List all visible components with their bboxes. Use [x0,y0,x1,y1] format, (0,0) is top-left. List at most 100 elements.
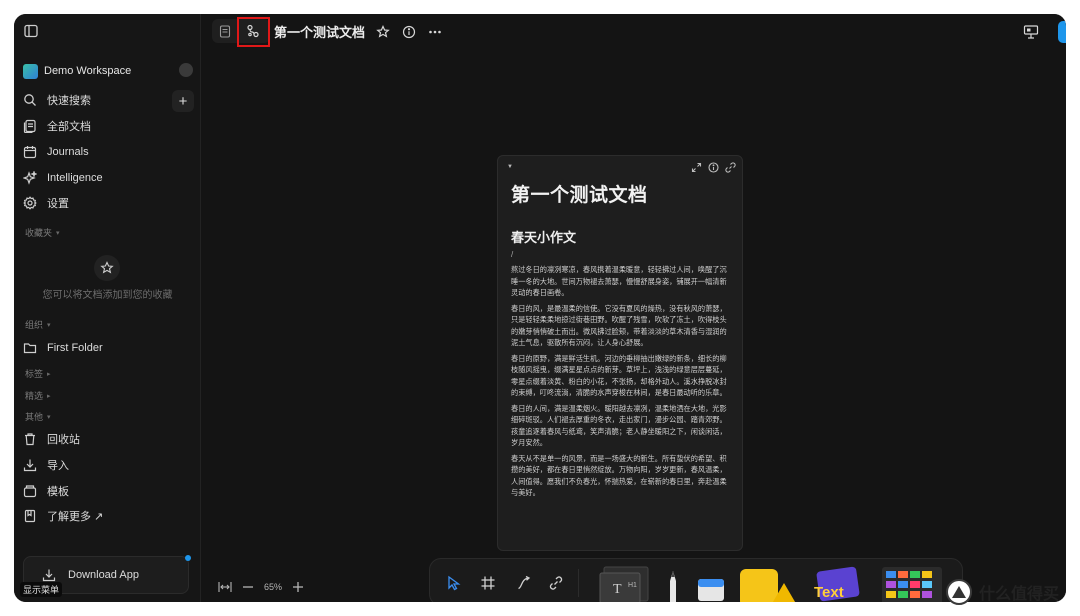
main-area: 第一个测试文档 ▼ 第一个测试文档 春天小作文 / 熬过冬日的凛冽寒凉，春风携着… [201,14,1066,602]
page-mode-icon[interactable] [217,23,233,39]
watermark: 什么值得买 [946,575,1076,609]
pointer-tool-icon[interactable] [446,575,462,591]
caret-right-icon: ▸ [47,370,51,378]
nav-learn-more[interactable]: 了解更多 ↗ [23,506,103,526]
svg-text:Text: Text [814,584,844,601]
download-icon [42,568,56,582]
sidebar: Demo Workspace 快速搜索 + 全部文档 Journals Inte… [14,14,201,602]
fit-width-icon[interactable] [218,581,232,593]
link-icon[interactable] [725,162,736,173]
nav-label: 设置 [47,198,69,210]
favorites-section[interactable]: 收藏夹 ▾ [25,226,60,239]
tags-section[interactable]: 标签 ▸ [25,367,51,380]
caret-right-icon: ▸ [47,392,51,400]
share-button[interactable] [1058,21,1066,43]
workspace-name: Demo Workspace [44,65,132,77]
toolbar-divider [578,569,579,597]
note-tool-icon[interactable]: T H1 [598,565,652,602]
more-tools-icon[interactable] [880,565,944,602]
workspace-logo [23,63,38,79]
nav-import[interactable]: 导入 [23,455,69,475]
paragraph[interactable]: 春日的原野，满是鲜活生机。河边的垂柳抽出嫩绿的新条，细长的柳枝随风摇曳，缀满星星… [511,353,733,399]
organize-section[interactable]: 组织 ▾ [25,318,51,331]
info-icon[interactable] [401,24,417,40]
section-label: 组织 [25,320,44,330]
nav-label: 回收站 [47,434,80,446]
journal-icon [23,145,37,159]
presentation-icon[interactable] [1022,23,1040,41]
watermark-text: 什么值得买 [979,586,1060,603]
sidebar-toggle-icon[interactable] [23,23,39,39]
note-title[interactable]: 第一个测试文档 [511,180,648,207]
paragraph[interactable]: 春日的人间，满是温柔烟火。暖阳越去凛冽，温柔地洒在大地，光影细碎斑驳。人们褪去厚… [511,403,733,449]
top-bar: 第一个测试文档 [201,14,1066,50]
nav-label: Intelligence [47,172,103,184]
paragraph[interactable]: 春日的风，是最温柔的信使。它没有夏风的燥热，没有秋风的萧瑟，只是轻轻柔柔地掠过街… [511,303,733,349]
zoom-controls: 65% [218,580,314,594]
featured-section[interactable]: 精选 ▸ [25,389,51,402]
edgeless-canvas[interactable]: ▼ 第一个测试文档 春天小作文 / 熬过冬日的凛冽寒凉，春风携着温柔暖意，轻轻拂… [201,50,1066,602]
paragraph[interactable]: 春天从不是单一的风景，而是一场盛大的新生。所有蛰伏的希望、积攒的美好，都在春日里… [511,453,733,499]
nav-label: 全部文档 [47,121,91,133]
nav-label: 模板 [47,486,69,498]
workspace-switcher[interactable]: Demo Workspace [23,61,193,81]
zoom-level[interactable]: 65% [264,582,282,592]
nav-intelligence[interactable]: Intelligence [23,168,103,188]
new-doc-button[interactable]: + [172,90,194,112]
expand-icon[interactable] [691,162,702,173]
section-label: 精选 [25,391,44,401]
svg-text:H1: H1 [628,582,637,589]
all-docs-icon [23,119,37,133]
notification-dot [185,555,191,561]
import-icon [23,458,37,472]
note-toolbar [691,162,736,173]
nav-label: 导入 [47,460,69,472]
nav-all-docs[interactable]: 全部文档 [23,116,91,136]
caret-down-icon: ▾ [47,321,51,329]
favorites-empty-text: 您可以将文档添加到您的收藏 [42,290,173,301]
note-block[interactable]: ▼ 第一个测试文档 春天小作文 / 熬过冬日的凛冽寒凉，春风携着温柔暖意，轻轻拂… [497,155,743,551]
book-icon [23,509,37,523]
nav-journals[interactable]: Journals [23,142,89,162]
shape-tool-icon[interactable] [736,563,798,602]
folder-label: First Folder [47,342,103,354]
eraser-tool-icon[interactable] [696,573,726,602]
pen-tool-icon[interactable] [666,569,680,602]
paragraph[interactable]: 熬过冬日的凛冽寒凉，春风携着温柔暖意，轻轻拂过人间，唤醒了沉睡一冬的大地。世间万… [511,264,733,299]
doc-title[interactable]: 第一个测试文档 [274,22,365,41]
download-label: Download App [68,569,139,581]
folder-item[interactable]: First Folder [23,338,103,358]
zoom-in-icon[interactable] [292,581,304,593]
note-heading[interactable]: 春天小作文 [511,227,576,246]
favorite-star-icon[interactable] [375,24,391,40]
note-body[interactable]: 熬过冬日的凛冽寒凉，春风携着温柔暖意，轻轻拂过人间，唤醒了沉睡一冬的大地。世间万… [511,264,733,503]
nav-label: 快速搜索 [47,95,91,107]
nav-label: Journals [47,146,89,158]
nav-trash[interactable]: 回收站 [23,429,80,449]
nav-settings[interactable]: 设置 [23,193,69,213]
note-slash[interactable]: / [511,250,513,259]
show-menu-tooltip: 显示菜单 [20,582,63,597]
caret-down-icon: ▾ [56,229,60,237]
search-icon [23,93,37,107]
connector-tool-icon[interactable] [516,575,532,591]
sparkle-icon [23,171,37,185]
gear-icon [23,196,37,210]
avatar[interactable] [179,63,193,77]
info-icon[interactable] [708,162,719,173]
collapse-caret-icon[interactable]: ▼ [507,164,513,170]
sticker-tool-icon[interactable]: Text [808,565,864,602]
star-icon [94,255,120,281]
link-tool-icon[interactable] [548,575,564,591]
nav-search[interactable]: 快速搜索 [23,90,91,110]
template-icon [23,484,37,498]
nav-label: 了解更多 ↗ [47,511,104,523]
frame-tool-icon[interactable] [480,575,496,591]
more-icon[interactable] [427,24,443,40]
trash-icon [23,432,37,446]
others-section[interactable]: 其他 ▾ [25,410,51,423]
zoom-out-icon[interactable] [242,581,254,593]
app-window: Demo Workspace 快速搜索 + 全部文档 Journals Inte… [14,14,1066,602]
highlight-box [237,17,270,47]
nav-templates[interactable]: 模板 [23,481,69,501]
